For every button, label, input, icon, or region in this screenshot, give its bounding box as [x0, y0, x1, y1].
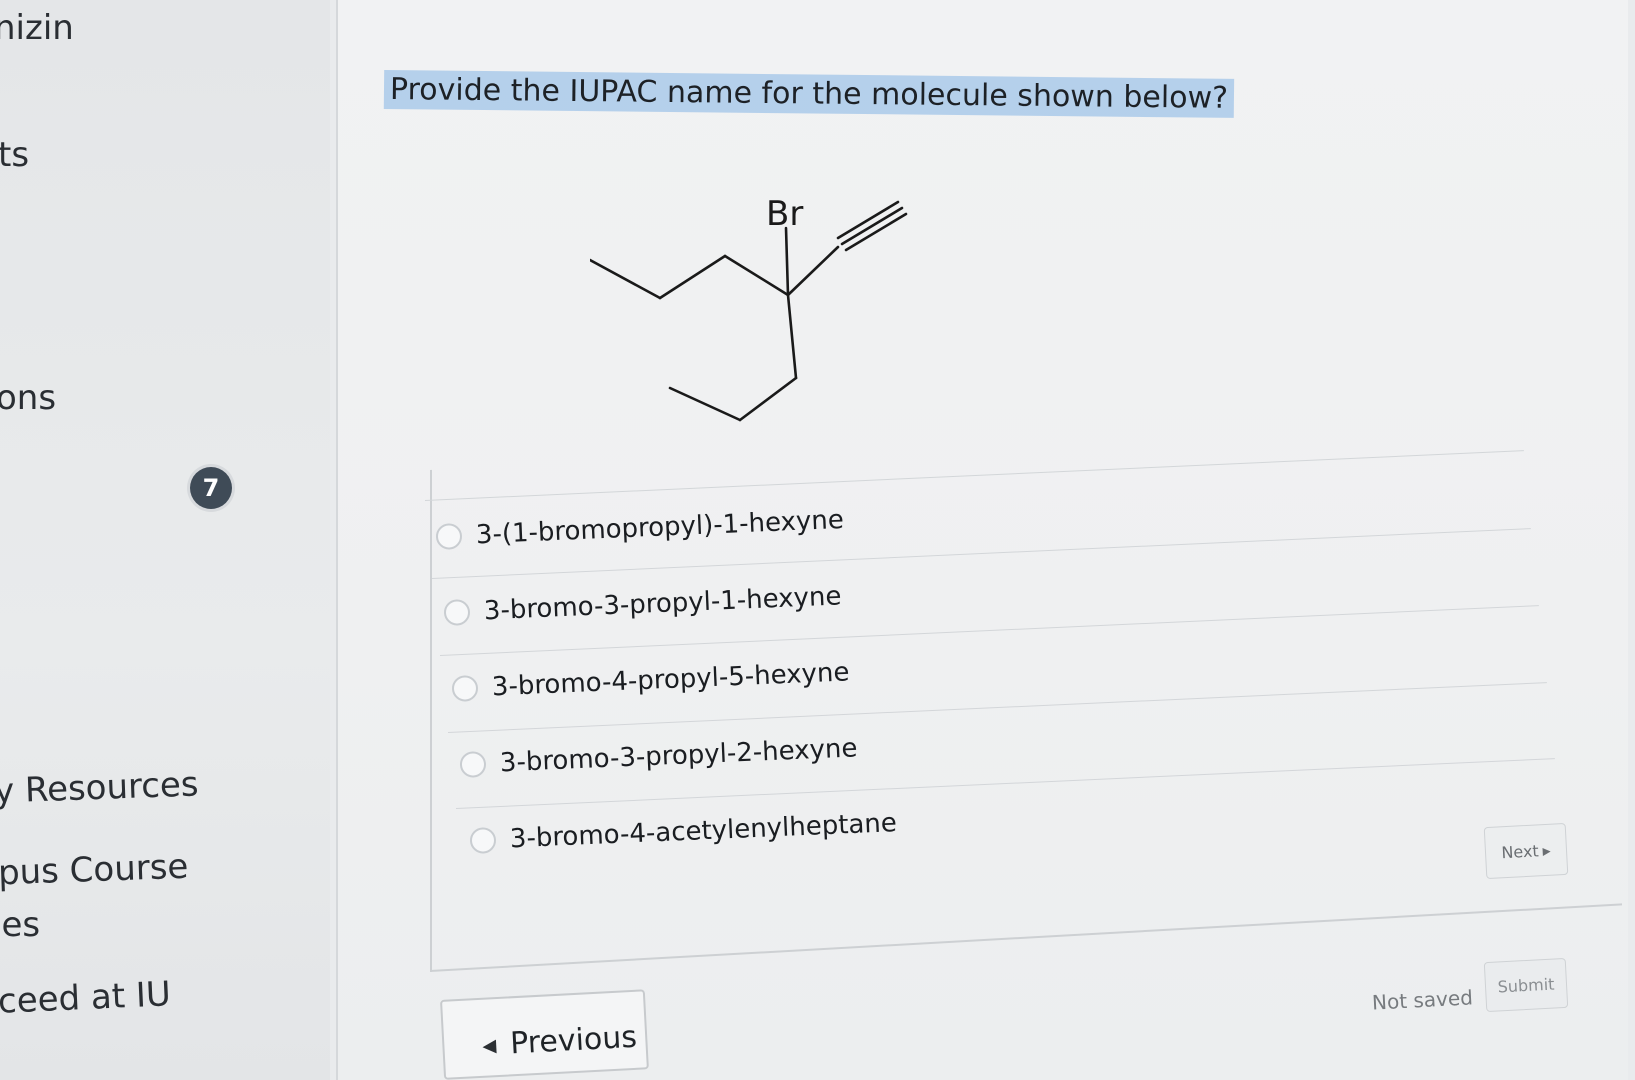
bond-c-br [784, 226, 790, 297]
caret-right-icon: ▸ [1542, 840, 1552, 860]
screen: nizin ts ons 7 y Resources pus Course ie… [0, 0, 1635, 1080]
previous-label: Previous [509, 1019, 638, 1062]
submit-label: Submit [1497, 974, 1555, 996]
next-button[interactable]: Next ▸ [1483, 822, 1569, 880]
sidebar-item-1[interactable]: ts [0, 135, 29, 175]
bond-4 [786, 293, 798, 380]
sidebar-item-course-line2[interactable]: ies [0, 905, 40, 945]
caret-left-icon: ◀ [481, 1035, 497, 1057]
radio-button[interactable] [443, 598, 471, 626]
radio-button[interactable] [451, 674, 479, 702]
sidebar-item-resources[interactable]: y Resources [0, 764, 199, 811]
previous-button[interactable]: ◀ Previous [440, 989, 649, 1080]
bond-5 [738, 376, 798, 422]
submit-button[interactable]: Submit [1483, 957, 1569, 1013]
radio-button[interactable] [459, 750, 487, 778]
molecule-structure: Br [590, 194, 908, 422]
radio-button[interactable] [469, 826, 497, 854]
bond-1 [590, 258, 662, 300]
sidebar: nizin ts ons 7 y Resources pus Course ie… [0, 0, 330, 1080]
triple-bond-c [844, 212, 908, 252]
sidebar-item-succeed[interactable]: ceed at IU [0, 974, 172, 1021]
sidebar-item-0[interactable]: nizin [0, 8, 74, 48]
bond-3 [723, 254, 790, 297]
bond-alkyne-stub [786, 245, 840, 297]
triple-bond-b [840, 206, 904, 246]
radio-button[interactable] [435, 522, 463, 550]
bromine-label: Br [766, 194, 803, 234]
bond-6 [668, 386, 742, 422]
next-label: Next [1500, 840, 1540, 862]
sidebar-item-2[interactable]: ons [0, 378, 56, 418]
notification-badge: 7 [190, 467, 232, 509]
sidebar-item-course[interactable]: pus Course [0, 847, 189, 894]
triple-bond-a [836, 200, 900, 240]
bond-2 [658, 254, 727, 300]
